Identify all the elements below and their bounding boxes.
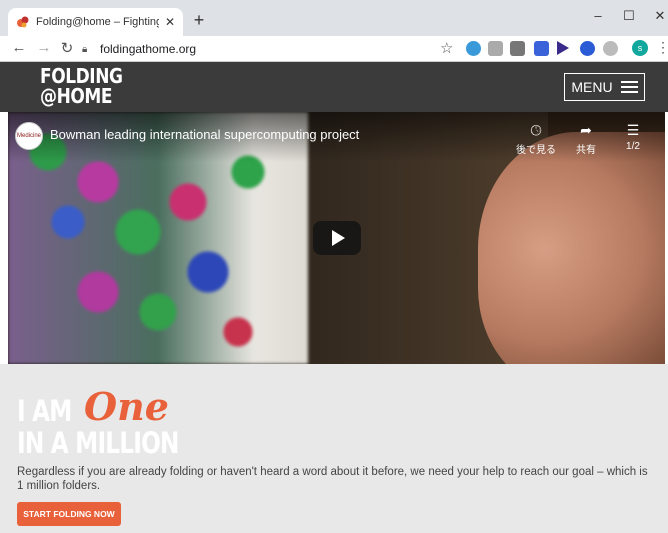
extension-icon[interactable] [603,41,618,56]
play-icon [332,230,345,246]
address-bar: ← → ↻ 🔒︎ foldingathome.org ☆ s ⋮ [0,36,668,62]
watch-later-label: 後で見る [516,145,556,156]
extension-icon[interactable] [510,41,525,56]
start-folding-button[interactable]: START FOLDING NOW [17,502,121,526]
minimize-button[interactable]: – [588,8,608,23]
profile-avatar[interactable]: s [632,40,648,56]
hero-heading-script: One [84,384,169,429]
video-title[interactable]: Bowman leading international supercomput… [50,127,359,142]
clock-icon: 🕓︎ [530,122,542,138]
forward-icon[interactable]: → [35,39,53,56]
bookmark-star-icon[interactable]: ☆ [440,39,453,57]
video-thumbnail-face [478,132,665,364]
hero-description: Regardless if you are already folding or… [17,466,648,492]
video-player[interactable]: Medicine Bowman leading international su… [8,112,665,364]
folding-favicon-icon [17,16,29,28]
close-window-button[interactable]: ✕ [650,8,668,24]
share-label: 共有 [576,145,596,156]
menu-button[interactable]: MENU [564,73,645,101]
extension-icon[interactable] [534,41,549,56]
playlist-icon: ☰ [626,122,640,138]
share-icon: ➦ [580,122,592,138]
omnibox[interactable]: 🔒︎ foldingathome.org [82,39,412,59]
site-logo[interactable]: FOLDING @HOME [40,66,123,106]
extension-icon[interactable] [580,41,595,56]
extension-icon[interactable] [557,41,569,55]
logo-line-1: FOLDING [40,64,123,88]
new-tab-button[interactable]: + [188,10,210,31]
channel-logo[interactable]: Medicine [15,122,43,150]
site-header: FOLDING @HOME MENU [0,62,668,112]
reload-icon[interactable]: ↻ [58,39,76,57]
extension-icon[interactable] [466,41,481,56]
maximize-button[interactable]: ☐ [619,8,639,24]
tab-close-icon[interactable]: ✕ [165,15,175,29]
extension-icon[interactable] [488,41,503,56]
hero-section: I AM One IN A MILLION Regardless if you … [0,364,668,533]
hero-heading-line-2: IN A MILLION [17,426,179,460]
menu-label: MENU [571,79,613,95]
tab-title: Folding@home – Fighting diseas [36,16,159,28]
share-button[interactable]: ➦ 共有 [561,122,611,156]
playlist-button[interactable]: ☰ 1/2 [608,122,658,152]
browser-tab[interactable]: Folding@home – Fighting diseas ✕ [8,8,183,36]
browser-menu-icon[interactable]: ⋮ [656,39,668,56]
hamburger-icon [620,81,638,93]
logo-line-2: @HOME [40,84,113,108]
lock-icon: 🔒︎ [82,43,88,55]
watch-later-button[interactable]: 🕓︎ 後で見る [511,122,561,156]
back-icon[interactable]: ← [10,39,28,56]
playlist-label: 1/2 [626,141,640,152]
hero-heading-prefix: I AM [17,394,72,428]
play-button[interactable] [313,221,361,255]
browser-tab-bar: Folding@home – Fighting diseas ✕ + – ☐ ✕ [0,0,668,36]
url-text: foldingathome.org [100,42,197,56]
channel-logo-text: Medicine [16,133,41,139]
